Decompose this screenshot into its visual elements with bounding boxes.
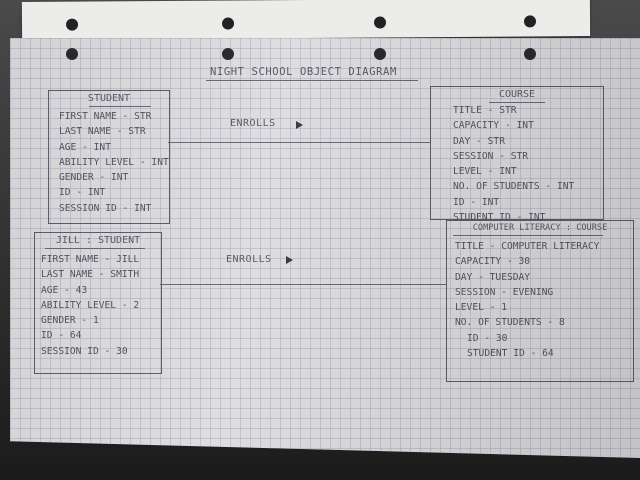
attribute: ID - INT <box>453 196 500 208</box>
attribute: SESSION ID - INT <box>59 202 152 214</box>
attribute: SESSION ID - 30 <box>41 345 128 357</box>
attribute: GENDER - 1 <box>41 315 99 327</box>
attribute: FIRST NAME - STR <box>59 111 152 122</box>
relationship-line <box>168 142 430 143</box>
title-underline <box>206 80 418 81</box>
relationship-line <box>160 284 446 285</box>
attribute: ABILITY LEVEL - 2 <box>41 299 140 311</box>
punch-hole <box>374 48 386 60</box>
attribute: TITLE - STR <box>453 105 517 116</box>
attribute: TITLE - COMPUTER LITERACY <box>455 241 600 252</box>
punch-hole <box>524 48 536 60</box>
attribute: CAPACITY - INT <box>453 120 534 132</box>
course-object-box: COMPUTER LITERACY : COURSE TITLE - COMPU… <box>446 220 634 382</box>
punch-hole <box>523 15 537 28</box>
course-object-name: COMPUTER LITERACY : COURSE <box>472 223 608 233</box>
student-class-name: STUDENT <box>87 93 131 104</box>
object-name-underline <box>453 235 603 236</box>
class-name-underline <box>89 106 151 107</box>
relationship-label: ENROLLS <box>226 254 272 265</box>
attribute: ABILITY LEVEL - INT <box>59 156 169 168</box>
attribute: SESSION - STR <box>453 150 529 162</box>
course-class-name: COURSE <box>498 89 536 100</box>
student-object-attributes: FIRST NAME - JILL LAST NAME - SMITH AGE … <box>41 252 139 359</box>
course-class-attributes: TITLE - STR CAPACITY - INT DAY - STR SES… <box>453 103 574 225</box>
punch-hole <box>66 48 78 60</box>
student-class-box: STUDENT FIRST NAME - STR LAST NAME - STR… <box>48 90 170 224</box>
object-name-underline <box>45 248 145 249</box>
punch-hole <box>373 16 387 29</box>
course-class-box: COURSE TITLE - STR CAPACITY - INT DAY - … <box>430 86 604 223</box>
attribute: FIRST NAME - JILL <box>41 254 140 265</box>
attribute: GENDER - INT <box>59 172 129 184</box>
attribute: ID - 30 <box>467 332 508 344</box>
arrow-right-icon <box>296 121 303 129</box>
attribute: SESSION - EVENING <box>455 286 554 298</box>
student-object-box: JILL : STUDENT FIRST NAME - JILL LAST NA… <box>34 232 162 374</box>
course-object-attributes: TITLE - COMPUTER LITERACY CAPACITY - 30 … <box>455 239 599 361</box>
attribute: AGE - INT <box>59 141 111 153</box>
attribute: NO. OF STUDENTS - INT <box>453 181 575 193</box>
attribute: NO. OF STUDENTS - 8 <box>455 317 565 329</box>
punch-hole <box>65 18 79 31</box>
attribute: LEVEL - INT <box>453 166 517 178</box>
punch-hole <box>221 17 235 30</box>
attribute: ID - INT <box>59 187 106 199</box>
graph-paper: NIGHT SCHOOL OBJECT DIAGRAM STUDENT FIRS… <box>10 38 640 458</box>
attribute: LAST NAME - SMITH <box>41 269 140 281</box>
attribute: CAPACITY - 30 <box>455 256 531 268</box>
attribute: LEVEL - 1 <box>455 302 507 314</box>
attribute: AGE - 43 <box>41 284 88 296</box>
student-class-attributes: FIRST NAME - STR LAST NAME - STR AGE - I… <box>59 109 169 216</box>
attribute: DAY - TUESDAY <box>455 271 531 283</box>
diagram-title: NIGHT SCHOOL OBJECT DIAGRAM <box>210 66 397 78</box>
attribute: DAY - STR <box>453 135 505 147</box>
relationship-label: ENROLLS <box>230 118 276 129</box>
attribute: STUDENT ID - 64 <box>467 348 554 360</box>
top-paper-sheet <box>21 0 591 40</box>
attribute: LAST NAME - STR <box>59 126 146 138</box>
punch-hole <box>222 48 234 60</box>
arrow-right-icon <box>286 256 293 264</box>
attribute: ID - 64 <box>41 330 82 342</box>
student-object-name: JILL : STUDENT <box>55 235 141 246</box>
